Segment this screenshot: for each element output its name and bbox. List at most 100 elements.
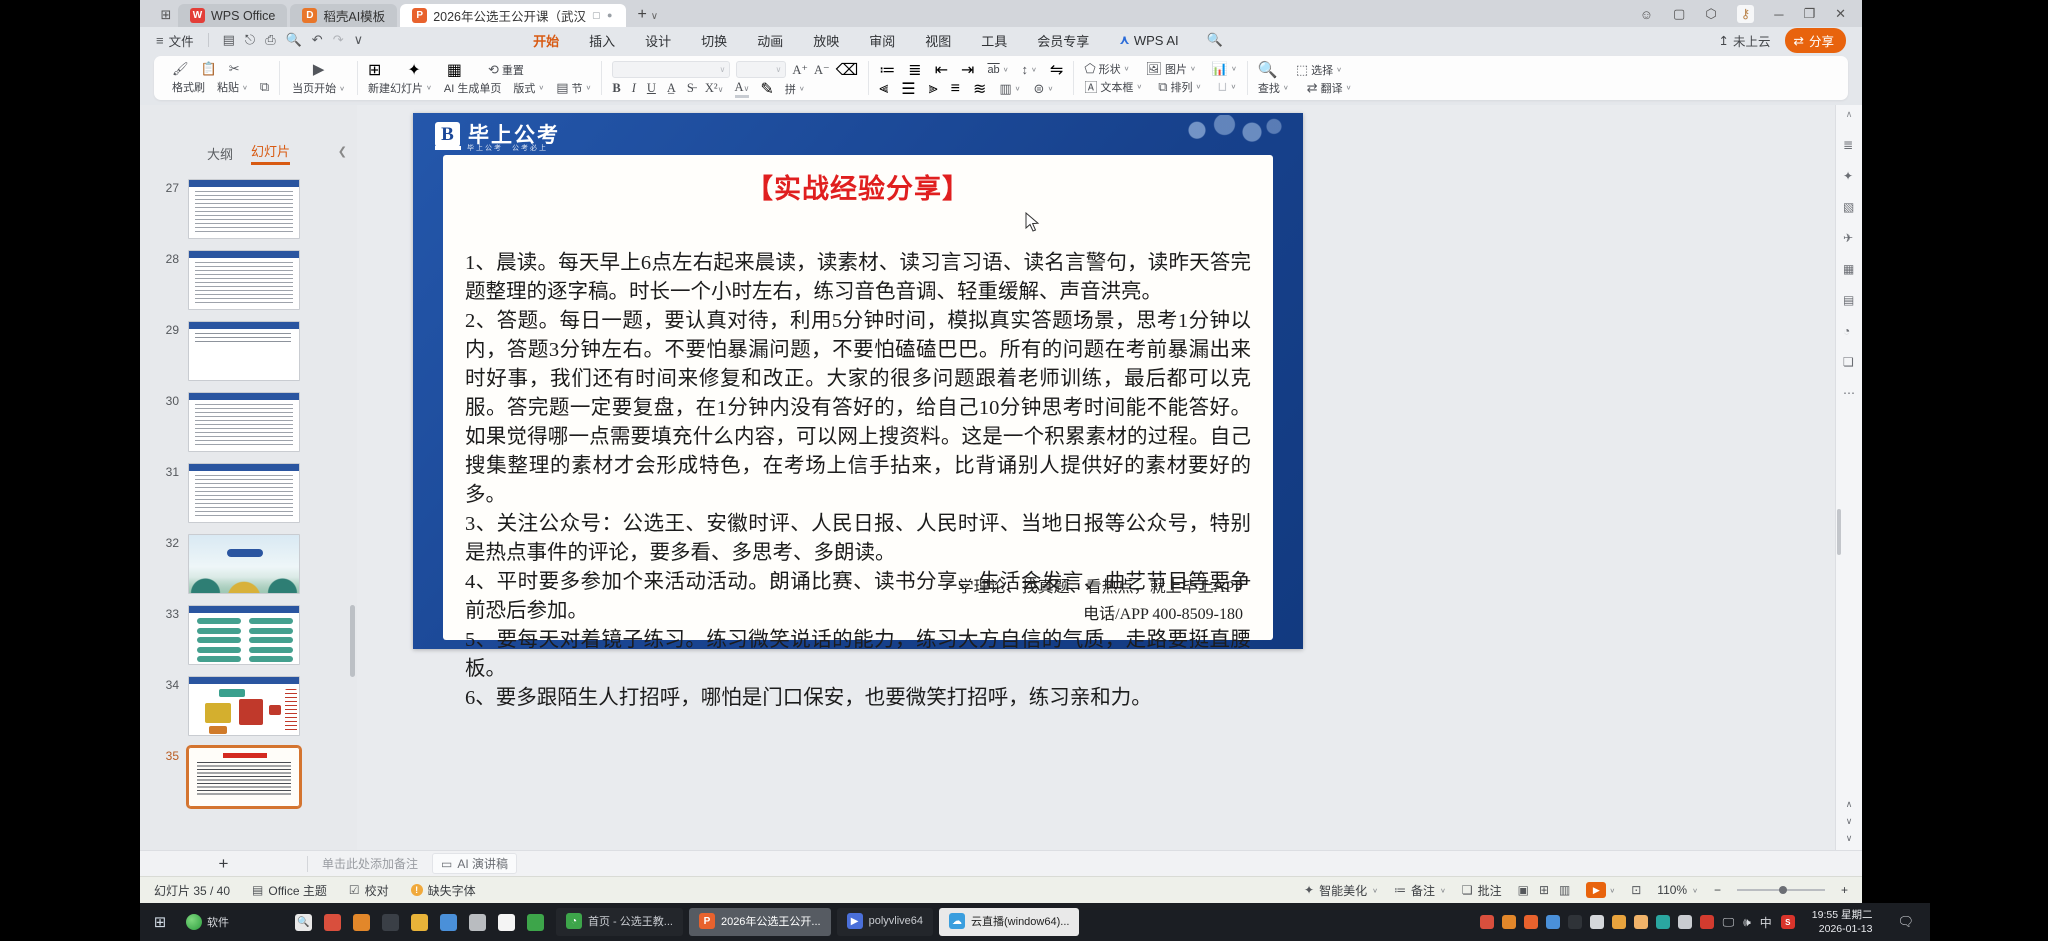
taskbar-window-button[interactable]: ◔首页 - 公选王教... xyxy=(556,908,683,936)
more-commands-chevron-icon[interactable]: ∨ xyxy=(354,32,364,48)
select-button[interactable]: ⬚选择∨ xyxy=(1296,62,1342,78)
app-orange-taskbar-icon[interactable] xyxy=(353,914,370,931)
pinyin-button[interactable]: 拼∨ xyxy=(785,81,805,97)
ime-indicator[interactable]: 中 xyxy=(1760,914,1772,931)
app-red-taskbar-icon[interactable] xyxy=(324,914,341,931)
strikethrough-button[interactable]: S̶ xyxy=(687,81,694,96)
find-button[interactable]: 查找∨ xyxy=(1258,80,1289,96)
font-name-combo[interactable]: ∨ xyxy=(612,61,730,78)
folder-taskbar-icon[interactable] xyxy=(411,914,428,931)
increase-font-icon[interactable]: A⁺ xyxy=(792,62,808,78)
paste-icon[interactable]: 📋 xyxy=(201,61,217,77)
new-slide-button[interactable]: 新建幻灯片∨ xyxy=(368,80,432,96)
bold-button[interactable]: B xyxy=(612,81,620,96)
play-from-current-icon[interactable]: ▶ xyxy=(313,60,325,78)
ai-script-button[interactable]: ▭ AI 演讲稿 xyxy=(432,853,517,874)
ribbon-tab-审阅[interactable]: 审阅 xyxy=(867,28,897,53)
tray-face[interactable] xyxy=(1634,915,1648,929)
tray-mic[interactable] xyxy=(1678,915,1692,929)
ribbon-tab-插入[interactable]: 插入 xyxy=(587,28,617,53)
textbox-button[interactable]: 🄰文本框∨ xyxy=(1084,77,1142,96)
zoom-slider[interactable] xyxy=(1737,889,1825,891)
align-center-icon[interactable]: ☰ xyxy=(901,79,915,99)
columns-icon[interactable]: ▥∨ xyxy=(999,81,1020,97)
chrome-taskbar-icon[interactable] xyxy=(527,914,544,931)
normal-view-icon[interactable]: ▣ xyxy=(1518,883,1529,897)
theme-button[interactable]: ▤Office 主题 xyxy=(252,882,327,899)
zoom-out-button[interactable]: − xyxy=(1714,883,1721,897)
layout-icon[interactable]: ▦ xyxy=(447,60,462,80)
taskbar-window-button[interactable]: P2026年公选王公开... xyxy=(689,908,831,936)
scroll-down-icon[interactable]: ∨ xyxy=(1846,833,1853,844)
chart-button[interactable]: 📊∨ xyxy=(1212,61,1237,77)
cut-icon[interactable]: ✂ xyxy=(229,61,240,77)
align-justify-icon[interactable]: ≡ xyxy=(951,80,960,98)
layout-switch-icon[interactable]: ▢ xyxy=(1673,6,1685,22)
slideshow-button[interactable]: ▶∨ xyxy=(1586,882,1615,898)
section-button[interactable]: ▤节∨ xyxy=(556,80,591,96)
shapes-button[interactable]: ⬠形状∨ xyxy=(1084,61,1129,77)
thumbnail-scrollbar[interactable] xyxy=(350,605,355,677)
ribbon-tab-会员专享[interactable]: 会员专享 xyxy=(1035,28,1091,53)
tray-color[interactable] xyxy=(1546,915,1560,929)
sogou-icon[interactable]: S xyxy=(1781,915,1795,929)
network-icon[interactable]: 🖵 xyxy=(1723,915,1735,930)
share-button[interactable]: ⇄ 分享 xyxy=(1785,28,1847,53)
ribbon-tab-切换[interactable]: 切换 xyxy=(699,28,729,53)
increase-indent-icon[interactable]: ⇥ xyxy=(961,60,974,80)
slide-thumbnail-29[interactable]: 29 xyxy=(140,321,357,381)
align-left-icon[interactable]: ⫷ xyxy=(879,80,888,98)
proofread-button[interactable]: ☑校对 xyxy=(349,882,389,899)
clock[interactable]: 19:55 星期二 2026-01-13 xyxy=(1812,908,1873,936)
reading-view-icon[interactable]: ▥ xyxy=(1559,883,1570,897)
previous-slide-icon[interactable]: ∧ xyxy=(1846,799,1853,810)
format-painter-button[interactable]: 格式刷 xyxy=(172,79,205,95)
tray-orange[interactable] xyxy=(1502,915,1516,929)
paste-button[interactable]: 粘贴∨ xyxy=(217,79,248,95)
ai-generate-button[interactable]: AI 生成单页 xyxy=(444,80,501,96)
taskbar-window-button[interactable]: ☁云直播(window64)... xyxy=(939,908,1079,936)
global-menu-icon[interactable]: ⊞ xyxy=(154,5,178,25)
paragraph-settings-icon[interactable]: ⊜∨ xyxy=(1034,81,1054,97)
decrease-indent-icon[interactable]: ⇤ xyxy=(935,60,948,80)
palette-icon[interactable]: ▧ xyxy=(1843,200,1855,214)
slide-thumbnail-31[interactable]: 31 xyxy=(140,463,357,523)
ribbon-tab-设计[interactable]: 设计 xyxy=(643,28,673,53)
new-slide-icon[interactable]: ⊞ xyxy=(368,60,381,80)
slide-content-box[interactable]: 【实战经验分享】 1、晨读。每天早上6点左右起来晨读，读素材、读习言习语、读名言… xyxy=(443,155,1273,640)
animation-icon[interactable]: ✈ xyxy=(1843,231,1855,245)
volume-icon[interactable]: 🕪 xyxy=(1743,915,1751,930)
pinned-app[interactable]: 软件 xyxy=(186,914,229,930)
undo-icon[interactable]: ↶ xyxy=(312,32,323,48)
app-gray-taskbar-icon[interactable] xyxy=(469,914,486,931)
notes-toggle-button[interactable]: ≔备注∨ xyxy=(1394,882,1446,899)
lock-icon[interactable]: ⚷ xyxy=(1737,5,1755,23)
superscript-button[interactable]: X²∨ xyxy=(705,81,724,96)
slide-thumbnail-27[interactable]: 27 xyxy=(140,179,357,239)
ribbon-tab-wps-ai[interactable]: ⋏WPS AI xyxy=(1117,28,1180,53)
copy-icon[interactable]: ⧉ xyxy=(260,79,269,95)
tab-slides[interactable]: 幻灯片 xyxy=(251,141,290,165)
comment-icon[interactable]: ❏ xyxy=(1843,355,1855,369)
search-taskbar-icon[interactable]: 🔍 xyxy=(295,914,312,931)
play-from-current-button[interactable]: 当页开始∨ xyxy=(292,80,345,96)
arrange-button[interactable]: ⧉排列∨ xyxy=(1158,79,1201,95)
print-preview-icon[interactable]: 🔍 xyxy=(286,32,302,48)
format-painter-icon[interactable]: 🖌 xyxy=(172,61,189,77)
text-direction-icon[interactable]: ⇋ xyxy=(1050,60,1063,80)
slide-thumbnail-30[interactable]: 30 xyxy=(140,392,357,452)
doc-taskbar-icon[interactable] xyxy=(498,914,515,931)
highlight-button[interactable]: ✎ xyxy=(760,79,773,99)
notification-icon[interactable]: 🗨 xyxy=(1897,914,1914,930)
ribbon-tab-动画[interactable]: 动画 xyxy=(755,28,785,53)
char-spacing-icon[interactable]: ab∨ xyxy=(987,64,1008,76)
underline-button[interactable]: U xyxy=(647,81,656,96)
sorter-view-icon[interactable]: ⊞ xyxy=(1539,883,1549,897)
numbering-icon[interactable]: ≣ xyxy=(908,60,921,80)
output-icon[interactable]: ⎋ xyxy=(245,32,255,48)
tray-teal[interactable] xyxy=(1656,915,1670,929)
layout-button[interactable]: 版式∨ xyxy=(513,80,544,96)
tray-dark[interactable] xyxy=(1568,915,1582,929)
beautify-button[interactable]: ✦智能美化∨ xyxy=(1304,882,1378,899)
minimize-button[interactable]: ─ xyxy=(1774,7,1783,22)
